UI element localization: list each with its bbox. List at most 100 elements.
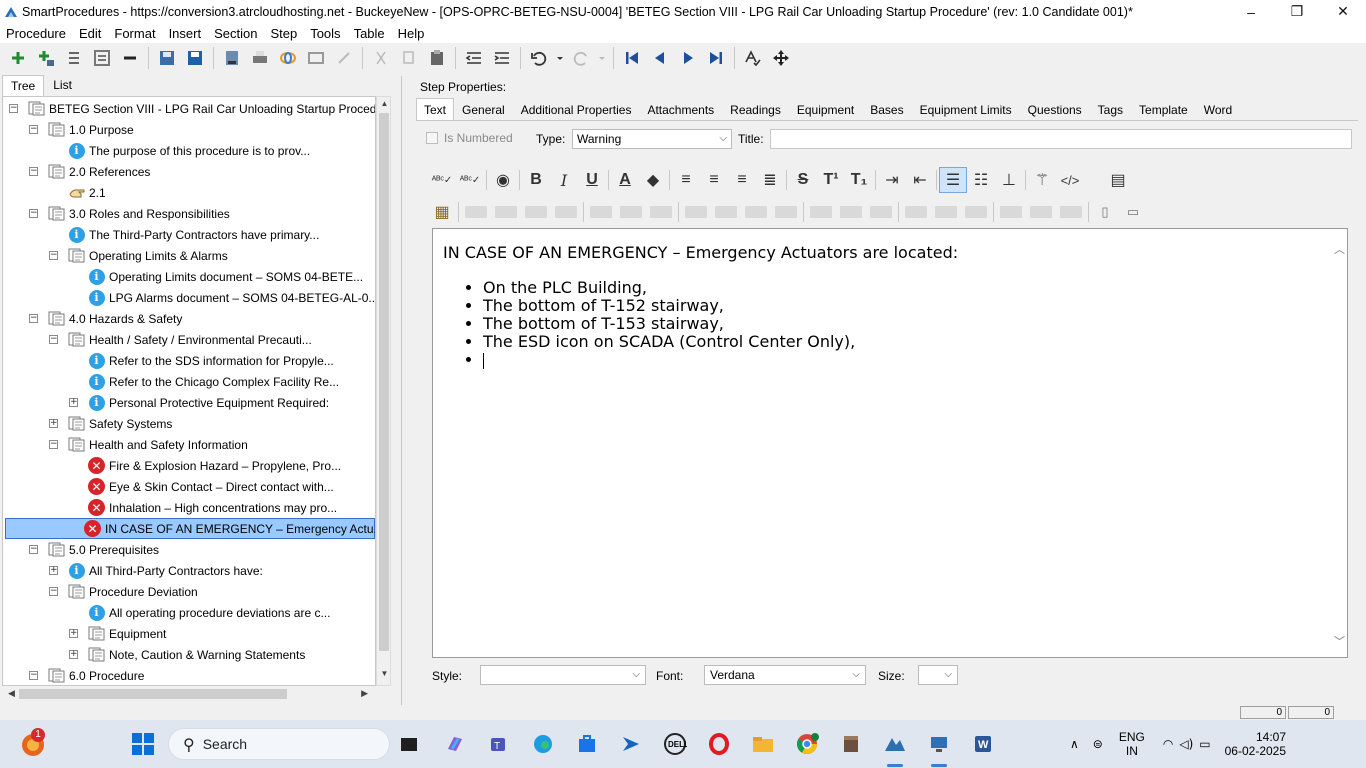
type-select[interactable]: Warning ⌵ — [572, 129, 732, 149]
collapse-icon[interactable]: − — [29, 671, 38, 680]
tab-template[interactable]: Template — [1131, 98, 1196, 120]
remote-desktop-icon[interactable] — [926, 731, 952, 757]
copilot-icon[interactable] — [442, 731, 468, 757]
menu-section[interactable]: Section — [214, 26, 257, 41]
tab-tree[interactable]: Tree — [2, 75, 45, 96]
rich-text-editor[interactable]: IN CASE OF AN EMERGENCY – Emergency Actu… — [432, 228, 1348, 658]
underline-icon[interactable]: U — [578, 167, 606, 193]
save-icon[interactable] — [181, 45, 209, 71]
expand-icon[interactable]: + — [69, 629, 78, 638]
expand-icon[interactable]: + — [49, 419, 58, 428]
tree-item[interactable]: − 6.0 Procedure — [3, 665, 144, 685]
tree-item[interactable]: ✕ Eye & Skin Contact – Direct contact wit… — [3, 476, 334, 497]
align-center-icon[interactable]: ≡ — [700, 167, 728, 193]
previous-icon[interactable] — [646, 45, 674, 71]
tree-item[interactable]: − Health and Safety Information — [3, 434, 248, 455]
file-explorer-icon[interactable] — [750, 731, 776, 757]
tab-tags[interactable]: Tags — [1090, 98, 1131, 120]
language-code[interactable]: ENG — [1119, 730, 1145, 744]
menu-format[interactable]: Format — [114, 26, 155, 41]
tree-item[interactable]: − 5.0 Prerequisites — [3, 539, 159, 560]
tree-item[interactable]: ✕ Fire & Explosion Hazard – Propylene, Pr… — [3, 455, 341, 476]
language-region[interactable]: IN — [1126, 744, 1138, 758]
panel-splitter[interactable] — [401, 76, 405, 706]
remove-icon[interactable] — [116, 45, 144, 71]
size-select[interactable]: ⌵ — [918, 665, 958, 685]
strikethrough-icon[interactable]: S — [789, 167, 817, 193]
insert-table-icon[interactable]: ▦ — [428, 199, 456, 225]
html-source-icon[interactable]: </> — [1056, 167, 1084, 193]
window-icon[interactable] — [302, 45, 330, 71]
scroll-thumb[interactable] — [379, 113, 389, 651]
collapse-icon[interactable]: − — [29, 209, 38, 218]
menu-edit[interactable]: Edit — [79, 26, 101, 41]
menu-step[interactable]: Step — [270, 26, 297, 41]
close-button[interactable]: ✕ — [1320, 0, 1366, 23]
checkbox-box[interactable] — [426, 132, 438, 144]
tree-item[interactable]: i All operating procedure deviations are … — [3, 602, 330, 623]
insert-line-icon[interactable]: ⊥ — [995, 167, 1023, 193]
decrease-indent-icon[interactable]: ⇤ — [906, 167, 934, 193]
menu-insert[interactable]: Insert — [169, 26, 202, 41]
task-view-icon[interactable] — [396, 731, 422, 757]
last-icon[interactable] — [702, 45, 730, 71]
word-icon[interactable]: W — [970, 731, 996, 757]
collapse-icon[interactable]: − — [29, 314, 38, 323]
tree-item[interactable]: i The Third-Party Contractors have primar… — [3, 224, 319, 245]
menu-procedure[interactable]: Procedure — [6, 26, 66, 41]
minimize-button[interactable]: – — [1228, 0, 1274, 23]
superscript-icon[interactable]: T¹ — [817, 167, 845, 193]
tree-item[interactable]: − Operating Limits & Alarms — [3, 245, 228, 266]
tree-vertical-scrollbar[interactable]: ▲ ▼ — [376, 96, 391, 686]
chevron-up-icon[interactable]: ∧ — [1070, 737, 1079, 751]
increase-indent-icon[interactable]: ⇥ — [878, 167, 906, 193]
cell-width-icon[interactable]: ▯ — [1091, 199, 1119, 225]
tree-item[interactable]: − Procedure Deviation — [3, 581, 198, 602]
scroll-up-icon[interactable]: ▲ — [377, 99, 392, 113]
tree-item[interactable]: + i Personal Protective Equipment Required… — [3, 392, 329, 413]
add-child-icon[interactable] — [32, 45, 60, 71]
title-input[interactable] — [770, 129, 1352, 149]
align-right-icon[interactable]: ≡ — [728, 167, 756, 193]
move-icon[interactable] — [767, 45, 795, 71]
font-color-icon[interactable]: A — [611, 167, 639, 193]
scroll-right-icon[interactable]: ▶ — [361, 688, 368, 699]
collapse-icon[interactable]: − — [29, 545, 38, 554]
clock-date[interactable]: 06-02-2025 — [1225, 744, 1286, 758]
tree-item[interactable]: i The purpose of this procedure is to pro… — [3, 140, 310, 161]
tab-additional-properties[interactable]: Additional Properties — [513, 98, 640, 120]
tab-bases[interactable]: Bases — [862, 98, 911, 120]
subscript-icon[interactable]: T₁ — [845, 167, 873, 193]
print-preview-icon[interactable]: ▤ — [1104, 167, 1132, 193]
first-icon[interactable] — [618, 45, 646, 71]
tree-horizontal-scrollbar[interactable]: ◀ ▶ — [2, 686, 376, 702]
menu-table[interactable]: Table — [354, 26, 385, 41]
horizontal-rule-icon[interactable]: ▭ — [1119, 199, 1147, 225]
archive-app-icon[interactable] — [838, 731, 864, 757]
indent-icon[interactable] — [488, 45, 516, 71]
clock-time[interactable]: 14:07 — [1256, 730, 1286, 744]
menu-help[interactable]: Help — [398, 26, 425, 41]
tab-list[interactable]: List — [44, 74, 81, 96]
style-brush-icon[interactable]: ◉ — [489, 167, 517, 193]
tree-item-selected[interactable]: ✕ IN CASE OF AN EMERGENCY – Emergency Act… — [5, 518, 375, 539]
tab-attachments[interactable]: Attachments — [639, 98, 722, 120]
tree-item[interactable]: − 4.0 Hazards & Safety — [3, 308, 182, 329]
expand-icon[interactable]: + — [49, 566, 58, 575]
outdent-icon[interactable] — [460, 45, 488, 71]
spell-check-icon[interactable]: ᴬᴮᶜ✓ — [428, 167, 456, 193]
collapse-icon[interactable]: − — [49, 440, 58, 449]
clear-format-icon[interactable]: ⚚ — [1028, 167, 1056, 193]
tab-questions[interactable]: Questions — [1020, 98, 1090, 120]
tab-text[interactable]: Text — [416, 98, 455, 120]
tree-item[interactable]: i LPG Alarms document – SOMS 04-BETEG-AL-… — [3, 287, 375, 308]
open-icon[interactable] — [153, 45, 181, 71]
outline-icon[interactable] — [60, 45, 88, 71]
next-icon[interactable] — [674, 45, 702, 71]
collapse-icon[interactable]: − — [49, 587, 58, 596]
tree-item[interactable]: − 3.0 Roles and Responsibilities — [3, 203, 230, 224]
chrome-icon[interactable] — [794, 731, 820, 757]
add-icon[interactable] — [4, 45, 32, 71]
expand-icon[interactable]: + — [69, 650, 78, 659]
collapse-icon[interactable]: − — [9, 104, 18, 113]
